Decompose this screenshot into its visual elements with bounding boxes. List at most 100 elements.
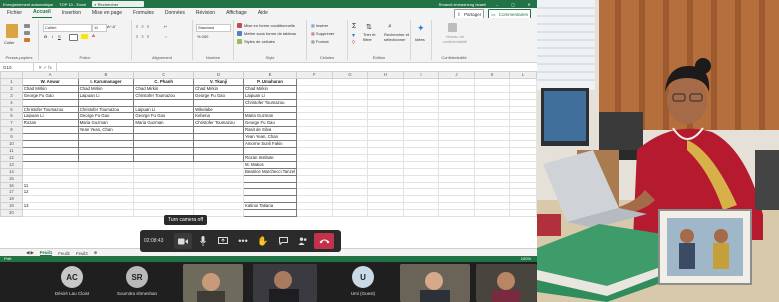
tab-affichage[interactable]: Affichage [225,9,248,18]
row-header[interactable]: 6 [0,112,23,121]
cell[interactable] [331,77,369,86]
font-size-select[interactable]: 11 [92,24,107,32]
header-cell[interactable]: C. Phanh [133,77,195,86]
copy-icon[interactable] [24,31,30,35]
cell[interactable]: Laipuan Li [77,91,135,100]
cell[interactable] [242,181,298,190]
cell[interactable] [193,195,244,204]
cell[interactable] [331,133,369,142]
cell[interactable] [509,77,537,86]
cell[interactable] [296,153,333,162]
cell[interactable]: Christofer Toumazou [193,119,244,128]
insert-cells-button[interactable]: ▦ Insérer [311,23,328,28]
cell[interactable] [193,167,244,176]
cell[interactable] [331,188,369,197]
cell[interactable]: 11 [21,181,79,190]
column-header[interactable]: D [193,71,244,79]
cell[interactable] [77,195,135,204]
font-color-icon[interactable]: A [92,33,95,38]
participant-video-tile[interactable] [400,264,470,302]
user-name[interactable]: Rmandi shmasheng Israeli [439,2,486,7]
cell[interactable] [296,84,333,93]
column-header[interactable]: B [77,71,135,79]
function-icon[interactable]: ✕ ✓ fx [34,65,56,71]
cell[interactable] [331,98,369,107]
format-painter-icon[interactable] [24,38,30,42]
cell[interactable] [296,195,333,204]
cell[interactable] [21,98,79,107]
row-header[interactable]: 5 [0,105,23,114]
cell[interactable] [133,133,195,142]
cell[interactable] [438,167,475,176]
bold-icon[interactable]: G [44,34,47,39]
cell[interactable]: Laipuan Li [133,105,195,114]
cell[interactable] [402,112,440,121]
cell[interactable] [133,188,195,197]
cell[interactable] [438,181,475,190]
cell[interactable] [402,105,440,114]
cell[interactable] [402,126,440,135]
cell[interactable] [193,146,244,155]
cell[interactable]: George Fu Gao [21,91,79,100]
tab-insertion[interactable]: Insertion [61,9,82,18]
cell[interactable] [473,181,511,190]
cell[interactable] [296,133,333,142]
cell[interactable] [367,146,404,155]
cell[interactable] [193,160,244,169]
cell[interactable] [77,146,135,155]
cell[interactable] [473,119,511,128]
cell[interactable] [402,140,440,148]
cell[interactable] [402,174,440,183]
cell[interactable] [402,209,440,218]
cell[interactable] [509,133,537,142]
cell[interactable] [402,98,440,107]
cell[interactable] [77,140,135,148]
column-header[interactable]: E [242,71,298,79]
cell[interactable]: Wikelabe [193,105,244,114]
row-header[interactable]: 20 [0,209,23,218]
font-name-select[interactable]: Calibri [43,24,92,32]
participant-tile[interactable]: U Umi (Guest) [330,266,396,302]
sheet-tab-feuil2[interactable]: Feuil2 [58,251,70,256]
cell[interactable] [296,98,333,107]
cell[interactable] [133,140,195,148]
tab-accueil[interactable]: Accueil [32,8,52,18]
cell[interactable] [402,202,440,211]
cell[interactable] [331,112,369,121]
format-cells-button[interactable]: ▦ Format [311,39,329,44]
wrap-text-icon[interactable]: ↵ [164,24,167,29]
cell[interactable] [402,77,440,86]
cell[interactable] [509,91,537,100]
cell[interactable] [296,188,333,197]
percent-icon[interactable]: % 000 [197,34,208,39]
cell[interactable]: Chad Mirkin [133,84,195,93]
sensitivity-button[interactable]: Niveau de confidentialité [436,34,474,44]
header-cell[interactable]: V. Tkanji [193,77,244,86]
share-screen-icon[interactable] [214,233,232,249]
cell[interactable] [21,126,79,135]
cell[interactable] [438,209,475,218]
cell[interactable] [367,98,404,107]
cell[interactable] [77,202,135,211]
cell[interactable] [509,181,537,190]
cell[interactable] [402,119,440,128]
row-header[interactable]: 3 [0,91,23,100]
cell[interactable] [402,146,440,155]
row-header[interactable]: 16 [0,181,23,190]
row-header[interactable]: 7 [0,119,23,128]
cell[interactable] [402,188,440,197]
cell[interactable]: Kebena [193,112,244,121]
cell[interactable] [21,140,79,148]
cell[interactable] [509,119,537,128]
row-header[interactable]: 11 [0,146,23,155]
cell[interactable] [402,153,440,162]
cell[interactable] [296,119,333,128]
cell[interactable] [509,98,537,107]
cell[interactable] [193,133,244,142]
cell[interactable] [509,153,537,162]
autosum-icon[interactable]: Σ [352,23,356,30]
cell[interactable] [509,195,537,204]
cell[interactable] [331,91,369,100]
cell[interactable] [438,112,475,121]
cell[interactable] [133,146,195,155]
